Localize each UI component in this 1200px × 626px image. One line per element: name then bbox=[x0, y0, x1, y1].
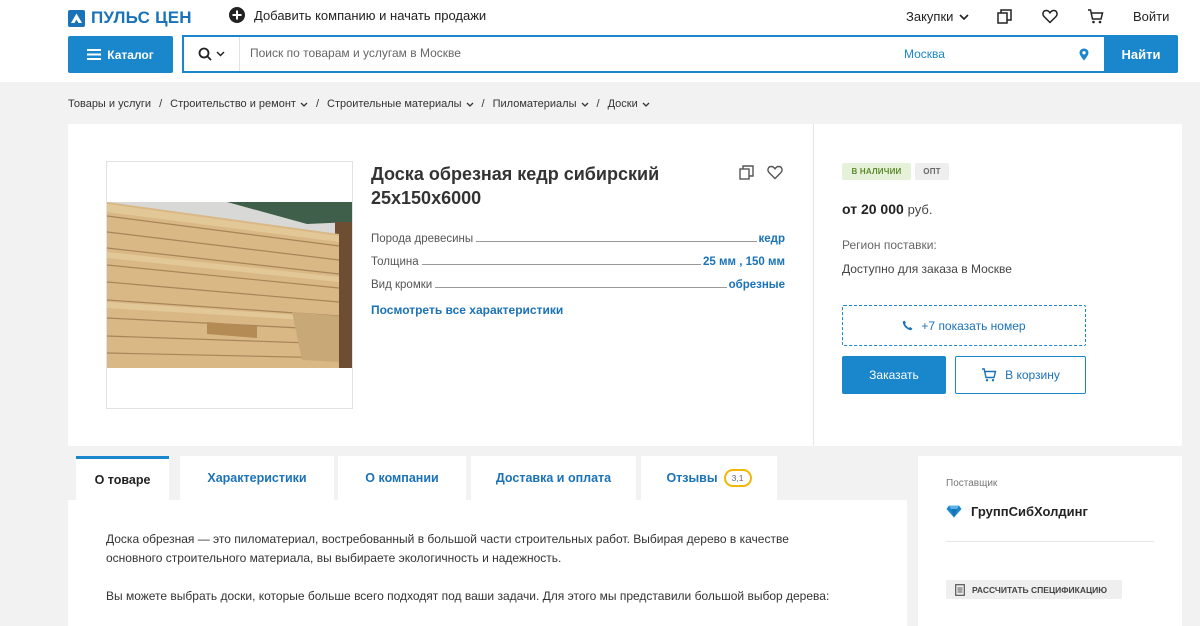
tab-label: О компании bbox=[365, 471, 439, 485]
find-button[interactable]: Найти bbox=[1104, 35, 1178, 73]
show-phone-button[interactable]: +7 показать номер bbox=[842, 305, 1086, 346]
breadcrumb-separator: / bbox=[596, 98, 600, 110]
tab-delivery-payment[interactable]: Доставка и оплата bbox=[471, 456, 636, 500]
spec-value[interactable]: обрезные bbox=[727, 279, 785, 291]
search-input[interactable] bbox=[250, 46, 810, 60]
spec-leader bbox=[476, 241, 757, 242]
heart-icon[interactable] bbox=[1042, 9, 1058, 24]
spec-row-edge-type: Вид кромки обрезные bbox=[371, 275, 785, 291]
breadcrumb-item-boards[interactable]: Доски bbox=[608, 98, 650, 110]
tab-label: Отзывы bbox=[666, 471, 718, 485]
search-icon bbox=[198, 47, 212, 61]
search-bar: Москва bbox=[182, 35, 1105, 73]
favorite-heart-icon[interactable] bbox=[767, 165, 783, 180]
purchases-dropdown[interactable]: Закупки bbox=[906, 9, 969, 24]
compare-icon[interactable] bbox=[997, 9, 1012, 24]
price-value: 20 000 bbox=[860, 201, 904, 217]
description-paragraph: Доска обрезная — это пиломатериал, востр… bbox=[106, 532, 789, 565]
region-label: Регион поставки: bbox=[842, 238, 937, 252]
menu-icon bbox=[87, 49, 102, 60]
in-stock-badge: в наличии bbox=[842, 163, 911, 180]
price-unit: руб. bbox=[907, 202, 933, 217]
spec-name: Порода древесины bbox=[371, 233, 474, 245]
calculate-spec-label: Рассчитать спецификацию bbox=[972, 584, 1108, 595]
description-paragraph: Вы можете выбрать доски, которые больше … bbox=[106, 589, 830, 603]
tab-label: О товаре bbox=[94, 472, 151, 487]
diamond-icon bbox=[946, 505, 962, 518]
chevron-down-icon bbox=[300, 102, 308, 107]
cart-icon bbox=[981, 368, 997, 382]
chevron-down-icon bbox=[216, 51, 225, 57]
order-button[interactable]: Заказать bbox=[842, 356, 946, 394]
spec-leader bbox=[421, 264, 702, 265]
spec-leader bbox=[435, 287, 727, 288]
plus-circle-icon bbox=[229, 7, 245, 23]
supplier-label: Поставщик bbox=[946, 478, 998, 489]
location-pin-icon[interactable] bbox=[1079, 48, 1089, 61]
login-link[interactable]: Войти bbox=[1133, 9, 1169, 24]
breadcrumb-separator: / bbox=[159, 98, 163, 110]
catalog-label: Каталог bbox=[107, 47, 154, 62]
tab-label: Характеристики bbox=[207, 471, 307, 485]
logo-text: ПУЛЬС ЦЕН bbox=[91, 8, 192, 27]
price-prefix: от bbox=[842, 201, 858, 217]
tab-about-product[interactable]: О товаре bbox=[76, 456, 169, 500]
add-to-cart-button[interactable]: В корзину bbox=[955, 356, 1086, 394]
supplier-link[interactable]: ГруппСибХолдинг bbox=[946, 504, 1088, 519]
breadcrumb-item-goods[interactable]: Товары и услуги bbox=[68, 98, 151, 110]
chevron-down-icon bbox=[642, 102, 650, 107]
breadcrumb-label: Пиломатериалы bbox=[492, 98, 577, 110]
calculate-spec-button[interactable]: Рассчитать спецификацию bbox=[946, 580, 1122, 599]
product-photo[interactable] bbox=[106, 161, 353, 409]
product-title: Доска обрезная кедр сибирский 25х150х600… bbox=[371, 164, 660, 208]
breadcrumb-item-lumber[interactable]: Пиломатериалы bbox=[493, 98, 589, 110]
chevron-down-icon bbox=[466, 102, 474, 107]
chevron-down-icon bbox=[581, 102, 589, 107]
spec-row-thickness: Толщина 25 мм , 150 мм bbox=[371, 252, 785, 268]
tab-reviews[interactable]: Отзывы 3,1 bbox=[641, 456, 777, 500]
price: от 20 000 руб. bbox=[842, 201, 932, 217]
breadcrumb-label: Доски bbox=[607, 98, 638, 110]
compare-icon[interactable] bbox=[739, 165, 754, 180]
search-type-dropdown[interactable] bbox=[184, 37, 240, 71]
cart-icon[interactable] bbox=[1087, 9, 1104, 24]
phone-icon bbox=[902, 320, 913, 331]
add-to-cart-label: В корзину bbox=[1005, 368, 1060, 382]
show-phone-label: +7 показать номер bbox=[921, 318, 1026, 333]
breadcrumb-label: Строительство и ремонт bbox=[170, 98, 296, 110]
tab-label: Доставка и оплата bbox=[495, 471, 612, 485]
product-actions bbox=[739, 165, 783, 180]
breadcrumb: Товары и услуги / Строительство и ремонт… bbox=[68, 98, 650, 110]
logo-icon bbox=[68, 9, 85, 27]
supplier-divider bbox=[946, 541, 1154, 542]
search-city[interactable]: Москва bbox=[904, 47, 945, 61]
breadcrumb-label: Строительные материалы bbox=[327, 98, 462, 110]
breadcrumb-separator: / bbox=[481, 98, 485, 110]
add-company-link[interactable]: Добавить компанию и начать продажи bbox=[229, 7, 486, 23]
breadcrumb-separator: / bbox=[315, 98, 320, 110]
card-divider bbox=[813, 124, 814, 446]
spec-name: Вид кромки bbox=[371, 279, 433, 291]
chevron-down-icon bbox=[959, 13, 969, 20]
spec-value[interactable]: кедр bbox=[757, 233, 785, 245]
wholesale-badge: опт bbox=[915, 163, 949, 180]
purchases-label: Закупки bbox=[906, 9, 954, 24]
tab-characteristics[interactable]: Характеристики bbox=[180, 456, 334, 500]
document-icon bbox=[955, 583, 965, 596]
spec-name: Толщина bbox=[371, 256, 419, 268]
catalog-button[interactable]: Каталог bbox=[68, 36, 173, 73]
spec-row-wood-type: Порода древесины кедр bbox=[371, 229, 785, 245]
review-rating-badge: 3,1 bbox=[723, 469, 752, 487]
site-logo[interactable]: ПУЛЬС ЦЕН bbox=[68, 8, 192, 28]
spec-value[interactable]: 25 мм , 150 мм bbox=[701, 256, 785, 268]
breadcrumb-label: Товары и услуги bbox=[68, 98, 152, 110]
region-value: Доступно для заказа в Москве bbox=[842, 262, 1012, 276]
breadcrumb-item-construction[interactable]: Строительство и ремонт bbox=[170, 98, 308, 110]
supplier-name: ГруппСибХолдинг bbox=[971, 504, 1088, 519]
all-specs-link[interactable]: Посмотреть все характеристики bbox=[371, 303, 563, 317]
tab-about-company[interactable]: О компании bbox=[338, 456, 466, 500]
add-company-label: Добавить компанию и начать продажи bbox=[254, 7, 487, 23]
breadcrumb-item-materials[interactable]: Строительные материалы bbox=[327, 98, 474, 110]
